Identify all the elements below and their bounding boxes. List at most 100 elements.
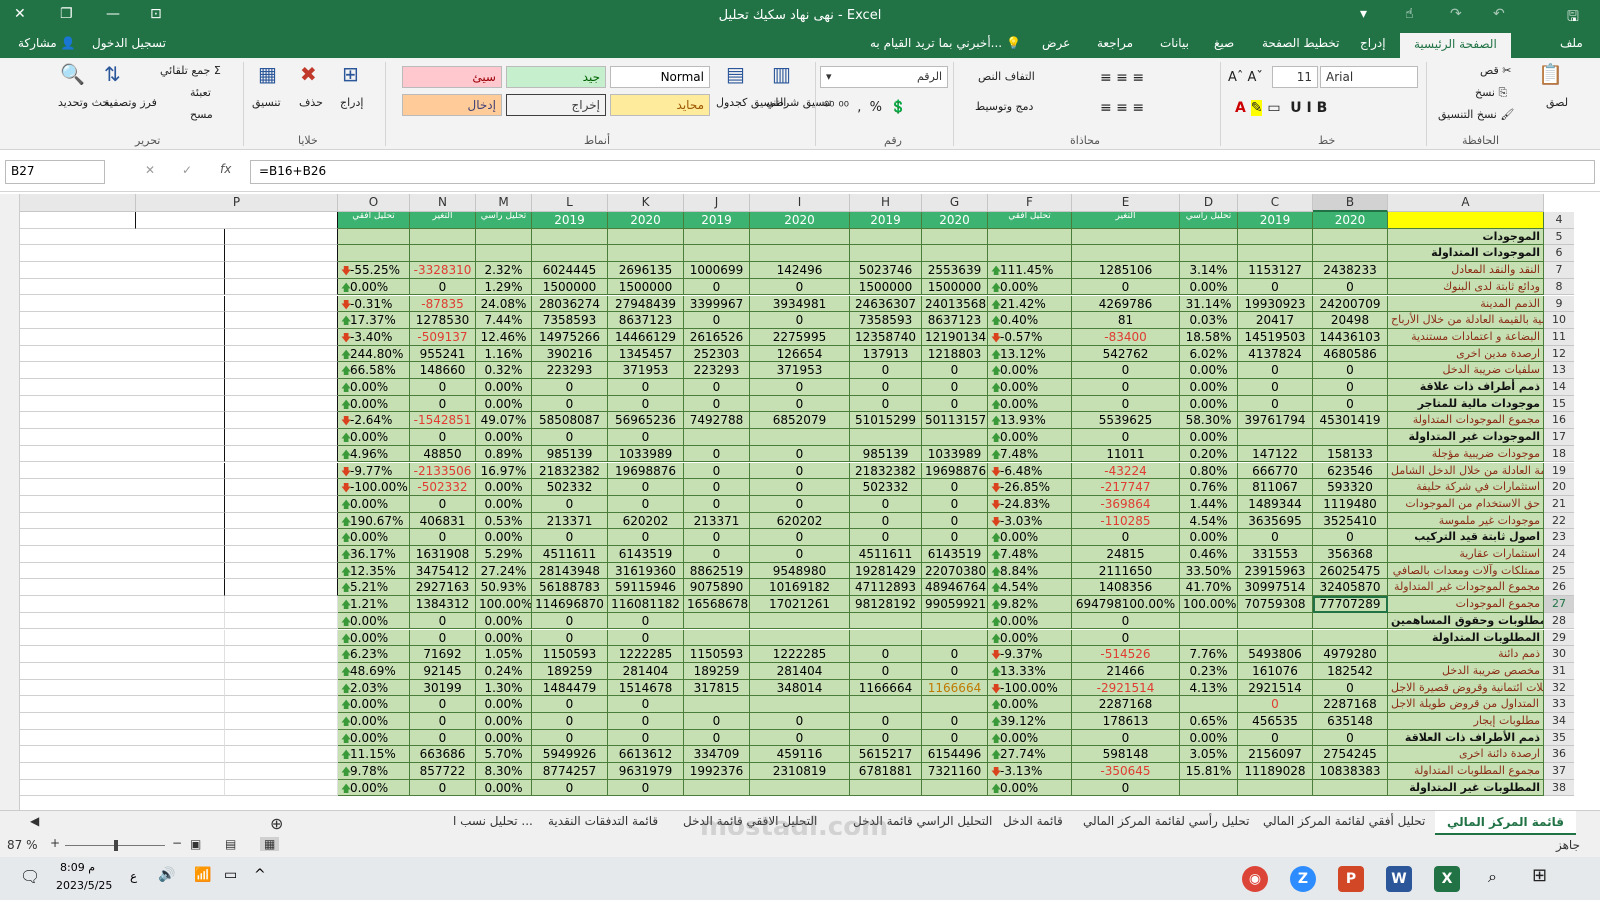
conditional-format-button[interactable]: تنسيق شرطي <box>766 96 831 109</box>
data-cell[interactable] <box>922 245 988 263</box>
sheet-tab[interactable]: قائمة المركز المالي <box>1435 811 1576 835</box>
row-label[interactable]: ذمم أطراف ذات علاقة <box>1388 379 1544 396</box>
data-cell[interactable]: 🡅48.69% <box>338 662 410 680</box>
blank-cell[interactable] <box>225 512 338 530</box>
data-cell[interactable]: 15.81% <box>1180 763 1238 780</box>
data-cell[interactable]: 🡅0.40% <box>988 312 1072 329</box>
data-cell[interactable]: 8637123 <box>922 312 988 329</box>
data-cell[interactable]: 0.80% <box>1180 462 1238 480</box>
data-cell[interactable] <box>988 245 1072 263</box>
row-label[interactable]: استثمارات في شركة حليفة <box>1388 479 1544 496</box>
data-cell[interactable]: 1.16% <box>476 345 532 363</box>
data-cell[interactable]: 🡅17.37% <box>338 312 410 329</box>
tab-review[interactable]: مراجعة <box>1097 36 1133 50</box>
data-cell[interactable]: 41.70% <box>1180 579 1238 597</box>
data-cell[interactable]: 0 <box>850 379 922 396</box>
header-cell[interactable]: التغير <box>1072 212 1180 229</box>
data-cell[interactable]: 6781881 <box>850 763 922 780</box>
row-header[interactable]: 31 <box>1544 662 1574 680</box>
tab-formulas[interactable]: صيغ <box>1214 36 1234 50</box>
row-header[interactable]: 28 <box>1544 612 1574 630</box>
data-cell[interactable]: 🡇-100.00% <box>338 479 410 496</box>
data-cell[interactable]: 0 <box>1072 629 1180 647</box>
data-cell[interactable]: 🡅0.00% <box>338 379 410 396</box>
data-cell[interactable]: 18.58% <box>1180 328 1238 346</box>
font-size-select[interactable]: 11 <box>1272 66 1318 88</box>
data-cell[interactable]: 🡅13.93% <box>988 412 1072 430</box>
data-cell[interactable]: 811067 <box>1238 479 1313 496</box>
data-cell[interactable]: 🡅9.78% <box>338 763 410 780</box>
data-cell[interactable]: 623546 <box>1313 462 1388 480</box>
row-label[interactable]: الموجودات غير المتداولة <box>1388 429 1544 446</box>
zoom-out-icon[interactable]: − <box>172 836 182 850</box>
save-icon[interactable]: 🖫 <box>1567 6 1579 30</box>
data-cell[interactable]: 3934981 <box>750 295 850 313</box>
chrome-icon[interactable]: ◉ <box>1242 866 1268 892</box>
row-header[interactable]: 20 <box>1544 479 1574 496</box>
data-cell[interactable]: 🡅13.33% <box>988 662 1072 680</box>
data-cell[interactable]: 1500000 <box>850 278 922 296</box>
redo-icon[interactable]: ↷ <box>1450 6 1462 22</box>
row-label[interactable]: مجموع المطلوبات المتداولة <box>1388 763 1544 780</box>
zoom-level[interactable]: 87 % <box>7 838 38 852</box>
data-cell[interactable]: 0 <box>850 512 922 530</box>
data-cell[interactable]: 0.00% <box>476 612 532 630</box>
delete-button[interactable]: حذف <box>299 96 323 109</box>
blank-cell[interactable] <box>225 345 338 363</box>
blank-cell[interactable] <box>20 696 225 713</box>
data-cell[interactable]: 1992376 <box>684 763 750 780</box>
data-cell[interactable]: 0.53% <box>476 512 532 530</box>
data-cell[interactable]: 🡅9.82% <box>988 596 1072 613</box>
data-cell[interactable]: 31619360 <box>608 562 684 580</box>
data-cell[interactable]: 0.03% <box>1180 312 1238 329</box>
data-cell[interactable]: 0 <box>922 713 988 730</box>
data-cell[interactable]: 🡅4.96% <box>338 445 410 463</box>
data-cell[interactable] <box>1238 612 1313 630</box>
data-cell[interactable]: 0 <box>532 696 608 713</box>
data-cell[interactable]: 1.44% <box>1180 495 1238 513</box>
paste-icon[interactable]: 📋 <box>1538 62 1563 86</box>
data-cell[interactable]: 0 <box>532 429 608 446</box>
zoom-app-icon[interactable]: Z <box>1290 866 1316 892</box>
blank-cell[interactable] <box>20 629 225 647</box>
row-label[interactable]: مطلوبات إيجار <box>1388 713 1544 730</box>
row-header[interactable]: 33 <box>1544 696 1574 713</box>
data-cell[interactable]: 3.14% <box>1180 262 1238 279</box>
data-cell[interactable]: 3635695 <box>1238 512 1313 530</box>
data-cell[interactable]: 14519503 <box>1238 328 1313 346</box>
data-cell[interactable]: 1222285 <box>750 646 850 663</box>
data-cell[interactable]: 24.08% <box>476 295 532 313</box>
data-cell[interactable]: 19698876 <box>608 462 684 480</box>
data-cell[interactable]: 663686 <box>410 746 476 764</box>
data-cell[interactable]: 31.14% <box>1180 295 1238 313</box>
blank-cell[interactable] <box>225 729 338 747</box>
data-cell[interactable]: 0 <box>850 529 922 546</box>
data-cell[interactable]: 0 <box>922 362 988 379</box>
data-cell[interactable]: 49.07% <box>476 412 532 430</box>
data-cell[interactable] <box>988 228 1072 246</box>
add-sheet-icon[interactable]: ⊕ <box>270 814 283 833</box>
data-cell[interactable]: 🡅0.00% <box>988 529 1072 546</box>
data-cell[interactable]: 🡇-26.85% <box>988 479 1072 496</box>
vertical-scrollbar[interactable] <box>0 194 20 810</box>
data-cell[interactable]: 0 <box>684 546 750 563</box>
sheet-tab[interactable]: تحليل رأسي لقائمة المركز المالي <box>1083 814 1249 828</box>
blank-cell[interactable] <box>20 612 225 630</box>
format-cells-icon[interactable]: ▦ <box>258 62 277 86</box>
data-cell[interactable]: 🡇-55.25% <box>338 262 410 279</box>
data-cell[interactable]: 14975266 <box>532 328 608 346</box>
data-cell[interactable] <box>476 228 532 246</box>
data-cell[interactable]: 0 <box>750 546 850 563</box>
data-cell[interactable]: 0 <box>750 529 850 546</box>
data-cell[interactable]: 317815 <box>684 679 750 697</box>
data-cell[interactable]: 0.00% <box>476 729 532 747</box>
sheet-tab[interactable]: قائمة الدخل <box>1003 814 1063 828</box>
data-cell[interactable]: 🡅39.12% <box>988 713 1072 730</box>
data-cell[interactable]: 182542 <box>1313 662 1388 680</box>
style-normal[interactable]: Normal <box>610 66 710 88</box>
column-header-f[interactable]: F <box>988 194 1072 212</box>
column-header-b[interactable]: B <box>1313 194 1388 212</box>
data-cell[interactable]: 0 <box>1072 429 1180 446</box>
data-cell[interactable] <box>476 245 532 263</box>
row-header[interactable]: 21 <box>1544 495 1574 513</box>
